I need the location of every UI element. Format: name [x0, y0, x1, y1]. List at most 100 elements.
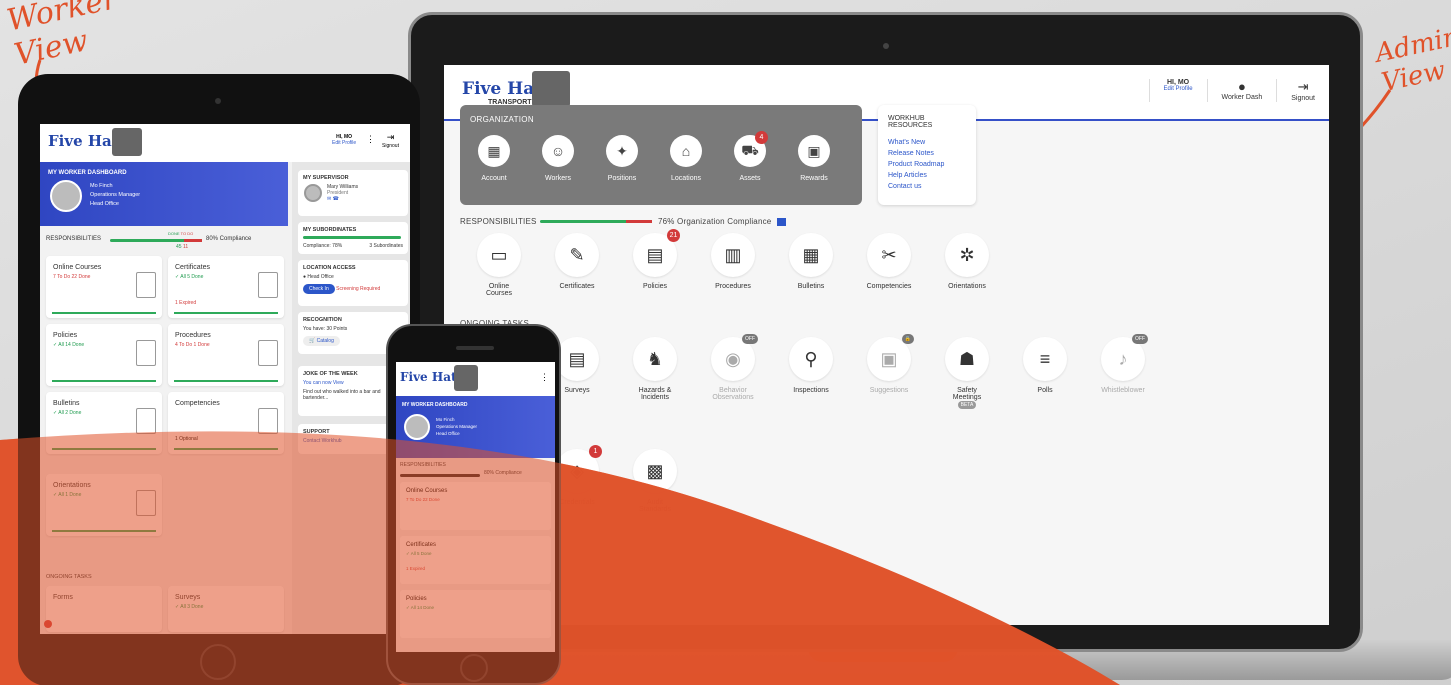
cart-icon: 🛒 — [309, 338, 316, 344]
compliance-text: 80% Compliance — [484, 470, 522, 476]
card-illustration-icon — [136, 272, 156, 298]
signout-button[interactable]: ⇥ Signout — [382, 132, 399, 149]
email-icon[interactable]: ✉ — [327, 196, 331, 202]
card-illustration-icon — [258, 340, 278, 366]
responsibilities-label: RESPONSIBILITIES — [46, 236, 102, 242]
location-entry: ● Head Office — [303, 274, 334, 280]
location-access-card: LOCATION ACCESS ● Head Office Check In S… — [298, 260, 408, 306]
subordinates-card: MY SUBORDINATES Compliance: 78% 3 Subord… — [298, 222, 408, 254]
card-title: Surveys — [175, 594, 201, 601]
worker-view-phone-screen: Five Hats ⋮ MY WORKER DASHBOARD Mo Finch… — [396, 362, 555, 652]
card-title: Forms — [53, 594, 73, 601]
responsibility-card[interactable]: Policies ✓ All 14 Done — [400, 590, 551, 638]
user-office: Head Office — [436, 431, 460, 436]
compliance-text: 80% Compliance — [206, 236, 252, 242]
card-title: Competencies — [175, 400, 220, 407]
phone-dashboard-banner: MY WORKER DASHBOARD Mo Finch Operations … — [396, 396, 555, 458]
tablet-camera — [215, 98, 221, 104]
phone-frame: Five Hats ⋮ MY WORKER DASHBOARD Mo Finch… — [386, 324, 561, 685]
points-text: You have: 30 Points — [303, 326, 348, 332]
card-status: ✓ All 5 Done — [175, 274, 204, 280]
truck-logo-icon — [454, 365, 478, 391]
phone-icon[interactable]: ☎ — [333, 196, 339, 202]
responsibility-card[interactable]: Online Courses 7 To Do 22 Done — [400, 482, 551, 530]
card-status: ✓ All 5 Done — [406, 551, 432, 556]
responsibility-card[interactable]: Competencies 1 Optional — [168, 392, 284, 454]
card-illustration-icon — [136, 408, 156, 434]
card-status: ✓ All 3 Done — [175, 604, 204, 610]
card-illustration-icon — [136, 490, 156, 516]
check-in-button[interactable]: Check In — [303, 284, 335, 294]
card-progress-bar — [52, 380, 156, 382]
card-title: Certificates — [175, 264, 211, 271]
card-illustration-icon — [258, 272, 278, 298]
responsibility-card[interactable]: Online Courses 7 To Do 22 Done — [46, 256, 162, 318]
worker-dashboard-banner: MY WORKER DASHBOARD Mo Finch Operations … — [40, 162, 288, 226]
card-progress-bar — [174, 380, 278, 382]
card-title: Orientations — [53, 482, 91, 489]
phone-header: Five Hats ⋮ — [396, 362, 555, 396]
responsibility-card[interactable]: Certificates ✓ All 5 Done 1 Expired — [400, 536, 551, 584]
screening-required: Screening Required — [336, 286, 381, 292]
compliance-bar — [400, 474, 480, 477]
card-status: 4 To Do 1 Done — [175, 342, 210, 348]
card-extra: 1 Expired — [175, 300, 197, 306]
card-title: Online Courses — [406, 488, 448, 494]
card-status: ✓ All 14 Done — [53, 342, 85, 348]
tablet-header: Five Hats HI, MO Edit Profile ⋮ ⇥ Signout — [40, 124, 410, 162]
card-progress-bar — [174, 312, 278, 314]
tablet-home-button — [200, 644, 236, 680]
ongoing-tasks-label: ONGOING TASKS — [46, 574, 92, 580]
more-menu-icon[interactable]: ⋮ — [366, 134, 375, 145]
supervisor-card: MY SUPERVISOR Mary Williams President ✉ … — [298, 170, 408, 216]
signout-icon: ⇥ — [386, 132, 395, 142]
card-status: ✓ All 2 Done — [53, 410, 82, 416]
card-status: ✓ All 14 Done — [406, 605, 435, 610]
user-office: Head Office — [90, 201, 119, 207]
card-title: Procedures — [175, 332, 211, 339]
help-icon[interactable] — [44, 620, 52, 628]
dashboard-title: MY WORKER DASHBOARD — [402, 402, 468, 408]
more-menu-icon[interactable]: ⋮ — [540, 372, 549, 383]
worker-view-tablet-screen: Five Hats HI, MO Edit Profile ⋮ ⇥ Signout … — [40, 124, 410, 634]
card-progress-bar — [52, 448, 156, 450]
phone-speaker — [456, 346, 494, 350]
user-role: Operations Manager — [436, 424, 478, 429]
supervisor-avatar — [304, 184, 322, 202]
card-extra: 1 Optional — [175, 436, 198, 442]
ongoing-task-card[interactable]: Surveys ✓ All 3 Done — [168, 586, 284, 632]
card-illustration-icon — [136, 340, 156, 366]
card-progress-bar — [174, 448, 278, 450]
card-status: ✓ All 1 Done — [53, 492, 82, 498]
avatar — [50, 180, 82, 212]
dashboard-title: MY WORKER DASHBOARD — [48, 170, 127, 176]
phone-home-button — [460, 654, 488, 682]
card-progress-bar — [52, 312, 156, 314]
responsibility-card[interactable]: Bulletins ✓ All 2 Done — [46, 392, 162, 454]
compliance-bar — [110, 239, 202, 242]
card-extra: 1 Expired — [406, 566, 426, 571]
avatar — [404, 414, 430, 440]
card-title: Policies — [406, 596, 427, 602]
responsibilities-label: RESPONSIBILITIES — [400, 462, 446, 468]
done-todo-legend: DONE TO DO — [168, 231, 194, 236]
version-label: Version 4.9.0 QA — [44, 620, 83, 628]
card-title: Bulletins — [53, 400, 80, 407]
card-status: 7 To Do 22 Done — [53, 274, 91, 280]
card-illustration-icon — [258, 408, 278, 434]
tablet-frame: Five Hats HI, MO Edit Profile ⋮ ⇥ Signout … — [18, 74, 420, 685]
user-menu[interactable]: HI, MO Edit Profile — [332, 134, 356, 146]
responsibility-card[interactable]: Procedures 4 To Do 1 Done — [168, 324, 284, 386]
catalog-button[interactable]: 🛒 Catalog — [303, 336, 340, 346]
done-todo-counts: 45 11 — [176, 244, 189, 250]
responsibility-card[interactable]: Orientations ✓ All 1 Done — [46, 474, 162, 536]
card-title: Policies — [53, 332, 78, 339]
responsibility-card[interactable]: Policies ✓ All 14 Done — [46, 324, 162, 386]
responsibility-card[interactable]: Certificates ✓ All 5 Done 1 Expired — [168, 256, 284, 318]
user-name: Mo Finch — [90, 183, 113, 189]
subordinates-bar — [303, 236, 401, 239]
user-role: Operations Manager — [90, 192, 141, 198]
user-name: Mo Finch — [436, 417, 455, 422]
card-progress-bar — [52, 530, 156, 532]
card-title: Online Courses — [53, 264, 102, 271]
